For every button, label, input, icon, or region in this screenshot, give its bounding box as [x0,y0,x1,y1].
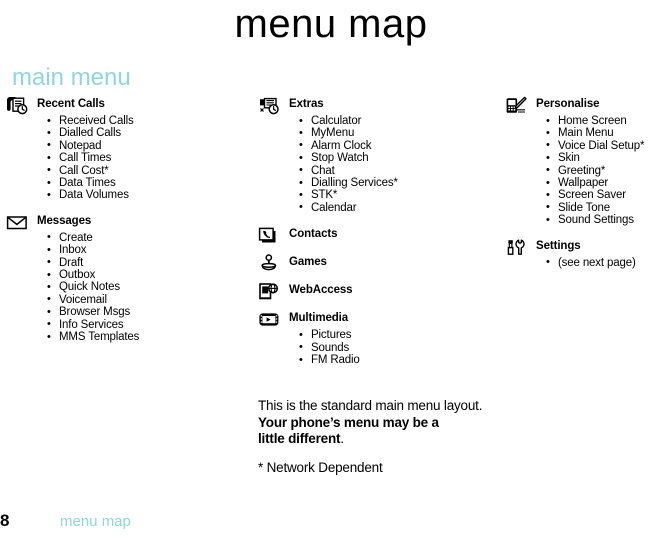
menu-group-messages: Messages Create Inbox Draft Outbox Quick… [6,213,236,344]
menu-group-header: Contacts [258,226,493,245]
layout-note: This is the standard main menu layout. Y… [258,398,518,476]
list-item: Notepad [47,139,236,152]
list-item: Create [47,231,236,244]
menu-group-title: Contacts [289,228,338,241]
menu-item-list: Received Calls Dialled Calls Notepad Cal… [6,114,236,202]
menu-group-header: Recent Calls [6,96,236,115]
section-heading-main-menu: main menu [12,64,131,91]
list-item: Sound Settings [546,214,660,227]
footer-chapter-label: menu map [60,513,131,530]
menu-item-list: Home Screen Main Menu Voice Dial Setup* … [505,114,660,227]
note-line-3-bold: little different [258,431,341,446]
list-item: Skin [546,152,660,165]
menu-item-list: (see next page) [505,256,660,269]
list-item: Pictures [299,329,493,342]
list-item: Dialled Calls [47,127,236,140]
menu-group-title: Recent Calls [37,98,105,110]
games-joystick-icon [258,254,280,273]
menu-group-settings: Settings (see next page) [505,238,660,269]
list-item: Data Volumes [47,189,236,202]
menu-group-header: Extras [258,96,493,115]
menu-group-recent-calls: Recent Calls Received Calls Dialled Call… [6,96,236,202]
list-item: FM Radio [299,354,493,367]
menu-group-header: Games [258,254,493,273]
list-item: Calendar [299,201,493,214]
list-item: Greeting* [546,164,660,177]
menu-group-extras: Extras Calculator MyMenu Alarm Clock Sto… [258,96,493,214]
menu-group-title: Settings [536,239,581,252]
list-item: Info Services [47,318,236,331]
menu-group-contacts: Contacts [258,226,493,245]
list-item: Wallpaper [546,177,660,190]
list-item: STK* [299,189,493,202]
page-footer: 8 menu map [0,510,662,534]
menu-group-title: Multimedia [289,312,349,325]
menu-group-title: Messages [37,214,92,227]
list-item: Stop Watch [299,152,493,165]
menu-item-list: Calculator MyMenu Alarm Clock Stop Watch… [258,114,493,214]
multimedia-film-icon [258,310,280,329]
menu-column-right: Personalise Home Screen Main Menu Voice … [505,96,660,276]
menu-group-header: WebAccess [258,282,493,301]
menu-column-middle: Extras Calculator MyMenu Alarm Clock Sto… [258,96,493,373]
menu-group-header: Personalise [505,96,660,115]
list-item: Data Times [47,177,236,190]
menu-group-title: WebAccess [289,284,353,297]
menu-item-list: Pictures Sounds FM Radio [258,329,493,367]
menu-group-header: Multimedia [258,310,493,329]
page-title: menu map [234,2,428,46]
list-item: (see next page) [546,256,660,269]
page-number: 8 [0,511,10,530]
menu-group-header: Messages [6,213,236,232]
menu-group-personalise: Personalise Home Screen Main Menu Voice … [505,96,660,227]
list-item: Home Screen [546,114,660,127]
menu-column-left: Recent Calls Received Calls Dialled Call… [6,96,236,351]
list-item: Main Menu [546,127,660,140]
list-item: Call Cost* [47,164,236,177]
menu-group-games: Games [258,254,493,273]
settings-tools-icon [505,238,527,257]
note-line-3: little different. [258,431,518,448]
menu-group-header: Settings [505,238,660,257]
note-line-1: This is the standard main menu layout. [258,398,483,413]
menu-item-list: Create Inbox Draft Outbox Quick Notes Vo… [6,231,236,344]
menu-group-title: Extras [289,98,324,110]
list-item: Draft [47,256,236,269]
list-item: Alarm Clock [299,139,493,152]
list-item: Received Calls [47,114,236,127]
list-item: Quick Notes [47,281,236,294]
list-item: MyMenu [299,127,493,140]
list-item: Calculator [299,114,493,127]
list-item: Chat [299,164,493,177]
list-item: Sounds [299,341,493,354]
list-item: Outbox [47,269,236,282]
list-item: Call Times [47,152,236,165]
menu-group-title: Personalise [536,98,600,110]
list-item: Dialling Services* [299,177,493,190]
list-item: Slide Tone [546,201,660,214]
list-item: Voice Dial Setup* [546,139,660,152]
list-item: Browser Msgs [47,306,236,319]
note-line-2: Your phone’s menu may be a [258,414,439,430]
list-item: Screen Saver [546,189,660,202]
messages-envelope-icon [6,213,28,232]
list-item: Voicemail [47,293,236,306]
list-item: MMS Templates [47,331,236,344]
note-line-3-tail: . [340,431,344,446]
webaccess-icon [258,282,280,301]
extras-icon [258,96,280,115]
menu-group-title: Games [289,256,327,269]
network-dependent-footnote: * Network Dependent [258,459,383,475]
personalise-icon [505,96,527,115]
recent-calls-icon [6,96,28,115]
list-item: Inbox [47,244,236,257]
contacts-icon [258,226,280,245]
menu-group-webaccess: WebAccess [258,282,493,301]
menu-group-multimedia: Multimedia Pictures Sounds FM Radio [258,310,493,366]
